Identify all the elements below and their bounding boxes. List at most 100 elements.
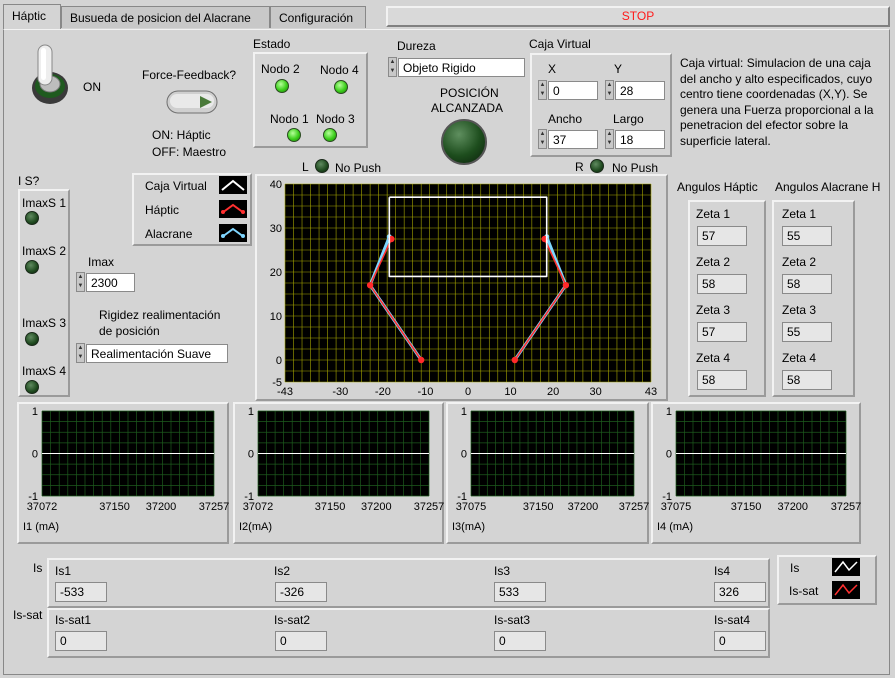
alacrane-zeta-1-label: Zeta 1 [782,207,817,221]
series-haptic-point [417,356,425,364]
r-label: R [575,160,584,174]
chart-i3: 10-137075 37150 37200 37257I3(mA) [452,406,649,533]
alacrane-zeta-2-value: 58 [782,274,832,294]
chart-x-axis-label: I4 (mA) [657,521,693,533]
chart-y-tick-label: 0 [32,449,38,461]
imaxs-2-led [25,260,39,274]
chart-x-tick-label: 37200 [777,501,808,513]
ancho-label: Ancho [548,112,583,126]
chart-x-tick-label: 37200 [361,501,392,513]
chart-x-axis-label: I3(mA) [452,521,485,533]
xy-x-tick-label: 20 [547,386,559,398]
xy-x-tick-label: 43 [645,386,657,398]
ancho-stepper[interactable]: ▲ ▼ [538,129,547,149]
haptic-zeta-4-value: 58 [697,370,747,390]
legend-alacrane-swatch[interactable] [219,224,247,242]
r-push-text: No Push [612,161,659,175]
chart-x-tick-label: 37257 [414,501,444,513]
chart-x-axis-label: I1 (mA) [23,521,59,533]
legend-haptic-swatch[interactable] [219,200,247,218]
caja-virtual-title: Caja Virtual [529,37,591,51]
is-legend-is-sat-swatch[interactable] [832,581,860,599]
posicion-label-1: POSICIÓN [440,86,499,100]
tab-configuracion[interactable]: Configuración [270,6,366,28]
is-legend-is-swatch[interactable] [832,558,860,576]
alacrane-zeta-1-value: 55 [782,226,832,246]
xy-x-tick-label: -30 [332,386,348,398]
is-legend-is-label: Is [790,561,800,575]
chart-i2: 10-137072 37150 37200 37257I2(mA) [239,406,444,533]
is-sat1-value: 0 [55,631,107,651]
haptic-zeta-2-value: 58 [697,274,747,294]
xy-y-tick-label: 10 [270,311,282,323]
xy-y-tick-label: 0 [276,355,282,367]
x-input[interactable]: 0 [548,81,598,100]
nodo-4-led [334,80,348,94]
xy-y-tick-label: 40 [270,179,282,191]
is1-value: -533 [55,582,107,602]
chart-y-tick-label: 1 [666,406,672,418]
is2-value: -326 [275,582,327,602]
toggle-state-label: ON [83,80,101,94]
l-label: L [302,160,309,174]
toggle-switch[interactable] [28,42,90,110]
rigidez-select[interactable]: Realimentación Suave [86,344,228,363]
alacrane-zeta-3-value: 55 [782,322,832,342]
x-label: X [548,62,557,76]
imaxs-4-led [25,380,39,394]
haptic-zeta-2-label: Zeta 2 [696,255,731,269]
is-sat2-value: 0 [275,631,327,651]
alacrane-zeta-3-label: Zeta 3 [782,303,817,317]
tab-haptic[interactable]: Háptic [3,4,61,30]
is-sat2-label: Is-sat2 [274,613,311,627]
haptic-zeta-1-value: 57 [697,226,747,246]
chart-x-tick-label: 37075 [456,501,487,513]
caja-virtual-description: Caja virtual: Simulacion de una caja del… [680,56,874,148]
is-sat-section-frame [47,608,770,658]
nodo-2-label: Nodo 2 [261,62,300,76]
imax-input[interactable]: 2300 [86,273,135,292]
imax-stepper[interactable]: ▲ ▼ [76,272,85,292]
series-haptic-point [366,282,374,289]
xy-x-tick-label: -10 [417,386,433,398]
rigidez-ring-arrows[interactable]: ▲ ▼ [76,343,85,363]
legend-caja-virtual-label: Caja Virtual [145,179,207,193]
chart-y-tick-label: 0 [666,449,672,461]
nodo-1-led [287,128,301,142]
chart-x-tick-label: 37257 [619,501,649,513]
imaxs-1-led [25,211,39,225]
nodo-4-label: Nodo 4 [320,63,359,77]
x-stepper[interactable]: ▲ ▼ [538,80,547,100]
haptic-zeta-4-label: Zeta 4 [696,351,731,365]
force-feedback-label: Force-Feedback? [142,68,237,82]
haptic-zeta-1-label: Zeta 1 [696,207,731,221]
is-section-frame [47,558,770,608]
largo-input[interactable]: 18 [615,130,665,149]
tab-busqueda[interactable]: Busueda de posicion del Alacrane [61,6,270,28]
chart-y-tick-label: 1 [32,406,38,418]
dureza-label: Dureza [397,39,436,53]
chart-x-tick-label: 37257 [199,501,229,513]
legend-haptic-label: Háptic [145,203,180,217]
stop-button[interactable]: STOP [386,6,890,27]
largo-stepper[interactable]: ▲ ▼ [605,129,614,149]
nodo-1-label: Nodo 1 [270,112,309,126]
is4-value: 326 [714,582,766,602]
force-feedback-button[interactable] [166,90,218,114]
l-push-text: No Push [335,161,382,175]
legend-alacrane-label: Alacrane [145,227,193,241]
imaxs-3-label: ImaxS 3 [22,316,67,330]
force-feedback-on-legend: ON: Háptic [152,128,211,142]
xy-y-tick-label: -5 [272,377,282,389]
chart-y-tick-label: 0 [461,449,467,461]
y-stepper[interactable]: ▲ ▼ [605,80,614,100]
estado-title: Estado [253,37,291,51]
dureza-select[interactable]: Objeto Rigido [398,58,525,77]
y-input[interactable]: 28 [615,81,665,100]
ancho-input[interactable]: 37 [548,130,598,149]
xy-x-tick-label: 0 [465,386,471,398]
chart-x-tick-label: 37150 [315,501,346,513]
legend-caja-virtual-swatch[interactable] [219,176,247,194]
dureza-ring-arrows[interactable]: ▲ ▼ [388,57,397,77]
is3-label: Is3 [494,564,511,578]
